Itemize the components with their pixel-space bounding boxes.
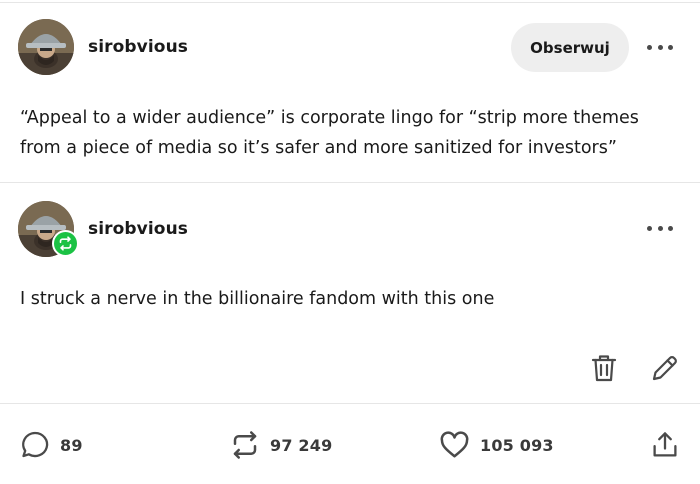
post-author-name[interactable]: sirobvious: [88, 37, 188, 57]
reblogs-count: 97 249: [270, 435, 333, 455]
avatar-image: [18, 19, 74, 75]
reblogs-button[interactable]: 97 249: [230, 428, 332, 462]
reblog-badge-icon: [52, 230, 79, 257]
top-divider: [0, 2, 700, 3]
avatar[interactable]: [18, 19, 74, 75]
reblog-author-name[interactable]: sirobvious: [88, 219, 188, 239]
reblog-body-text: I struck a nerve in the billionaire fand…: [20, 289, 495, 309]
share-icon: [653, 432, 677, 457]
pencil-icon[interactable]: [650, 353, 680, 387]
more-options-icon[interactable]: [647, 42, 673, 52]
reblog-icon: [233, 431, 257, 459]
heart-icon: [440, 431, 469, 458]
share-button[interactable]: [651, 428, 679, 462]
comments-button[interactable]: 89: [20, 428, 83, 462]
reblog-more-options-icon[interactable]: [647, 223, 673, 233]
comment-icon: [22, 431, 49, 458]
trash-icon[interactable]: [590, 353, 618, 387]
comments-count: 89: [60, 435, 83, 455]
likes-button[interactable]: 105 093: [439, 428, 554, 462]
post-divider: [0, 182, 700, 183]
follow-button[interactable]: Obserwuj: [511, 23, 629, 72]
likes-count: 105 093: [480, 435, 554, 455]
footer-divider: [0, 403, 700, 404]
post-body-text: “Appeal to a wider audience” is corporat…: [20, 108, 639, 158]
